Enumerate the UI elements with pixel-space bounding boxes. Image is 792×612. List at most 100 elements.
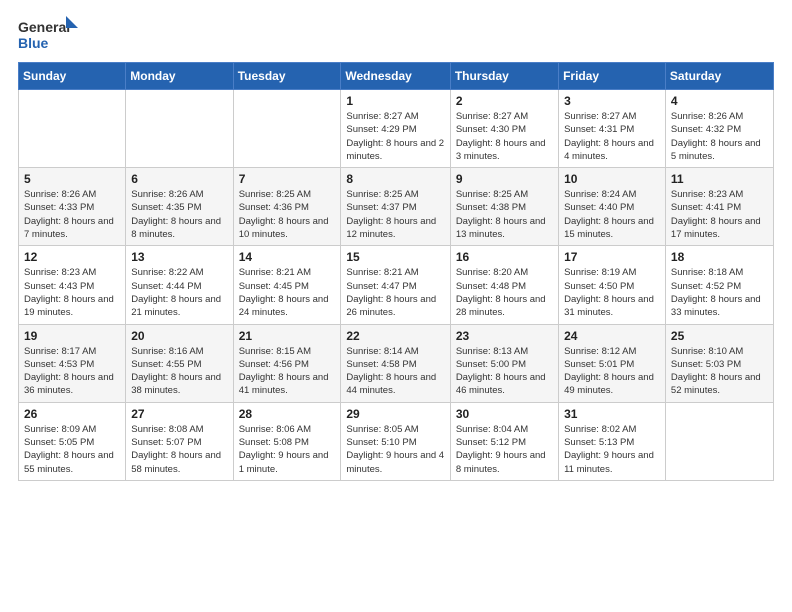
day-number: 25: [671, 329, 768, 343]
weekday-header-monday: Monday: [126, 63, 233, 90]
calendar-cell: 17 Sunrise: 8:19 AM Sunset: 4:50 PM Dayli…: [559, 246, 666, 324]
day-number: 17: [564, 250, 660, 264]
day-info: Sunrise: 8:09 AM Sunset: 5:05 PM Dayligh…: [24, 423, 120, 476]
calendar-cell: 11Sunrise: 8:23 AM Sunset: 4:41 PM Dayli…: [665, 168, 773, 246]
week-row-5: 26Sunrise: 8:09 AM Sunset: 5:05 PM Dayli…: [19, 402, 774, 480]
day-number: 13: [131, 250, 227, 264]
calendar-cell: [665, 402, 773, 480]
day-info: Sunrise: 8:14 AM Sunset: 4:58 PM Dayligh…: [346, 345, 444, 398]
day-number: 19: [24, 329, 120, 343]
calendar-cell: 7 Sunrise: 8:25 AM Sunset: 4:36 PM Daylig…: [233, 168, 341, 246]
calendar-cell: 14 Sunrise: 8:21 AM Sunset: 4:45 PM Dayli…: [233, 246, 341, 324]
day-info: Sunrise: 8:26 AM Sunset: 4:32 PM Dayligh…: [671, 110, 768, 163]
day-info: Sunrise: 8:13 AM Sunset: 5:00 PM Dayligh…: [456, 345, 553, 398]
weekday-header-saturday: Saturday: [665, 63, 773, 90]
header: GeneralBlue: [18, 16, 774, 52]
day-info: Sunrise: 8:23 AM Sunset: 4:41 PM Dayligh…: [671, 188, 768, 241]
week-row-1: 1 Sunrise: 8:27 AM Sunset: 4:29 PM Daylig…: [19, 90, 774, 168]
calendar-cell: 10Sunrise: 8:24 AM Sunset: 4:40 PM Dayli…: [559, 168, 666, 246]
day-number: 18: [671, 250, 768, 264]
calendar-table: SundayMondayTuesdayWednesdayThursdayFrid…: [18, 62, 774, 481]
day-info: Sunrise: 8:06 AM Sunset: 5:08 PM Dayligh…: [239, 423, 336, 476]
calendar-cell: 27 Sunrise: 8:08 AM Sunset: 5:07 PM Dayli…: [126, 402, 233, 480]
day-info: Sunrise: 8:27 AM Sunset: 4:29 PM Dayligh…: [346, 110, 444, 163]
calendar-cell: [126, 90, 233, 168]
weekday-header-wednesday: Wednesday: [341, 63, 450, 90]
week-row-4: 19 Sunrise: 8:17 AM Sunset: 4:53 PM Dayli…: [19, 324, 774, 402]
calendar-cell: 6 Sunrise: 8:26 AM Sunset: 4:35 PM Daylig…: [126, 168, 233, 246]
weekday-header-sunday: Sunday: [19, 63, 126, 90]
weekday-header-thursday: Thursday: [450, 63, 558, 90]
logo-svg: GeneralBlue: [18, 16, 78, 52]
calendar-cell: 18 Sunrise: 8:18 AM Sunset: 4:52 PM Dayli…: [665, 246, 773, 324]
svg-text:Blue: Blue: [18, 35, 49, 51]
calendar-cell: 29 Sunrise: 8:05 AM Sunset: 5:10 PM Dayli…: [341, 402, 450, 480]
day-info: Sunrise: 8:25 AM Sunset: 4:36 PM Dayligh…: [239, 188, 336, 241]
calendar-cell: 1 Sunrise: 8:27 AM Sunset: 4:29 PM Daylig…: [341, 90, 450, 168]
day-info: Sunrise: 8:21 AM Sunset: 4:47 PM Dayligh…: [346, 266, 444, 319]
day-number: 29: [346, 407, 444, 421]
calendar-cell: 4 Sunrise: 8:26 AM Sunset: 4:32 PM Daylig…: [665, 90, 773, 168]
calendar-cell: 26Sunrise: 8:09 AM Sunset: 5:05 PM Dayli…: [19, 402, 126, 480]
weekday-header-row: SundayMondayTuesdayWednesdayThursdayFrid…: [19, 63, 774, 90]
week-row-3: 12 Sunrise: 8:23 AM Sunset: 4:43 PM Dayli…: [19, 246, 774, 324]
day-info: Sunrise: 8:16 AM Sunset: 4:55 PM Dayligh…: [131, 345, 227, 398]
day-info: Sunrise: 8:15 AM Sunset: 4:56 PM Dayligh…: [239, 345, 336, 398]
day-number: 8: [346, 172, 444, 186]
calendar-cell: 13 Sunrise: 8:22 AM Sunset: 4:44 PM Dayli…: [126, 246, 233, 324]
calendar-cell: 9Sunrise: 8:25 AM Sunset: 4:38 PM Daylig…: [450, 168, 558, 246]
day-number: 27: [131, 407, 227, 421]
calendar-cell: 12 Sunrise: 8:23 AM Sunset: 4:43 PM Dayli…: [19, 246, 126, 324]
day-number: 22: [346, 329, 444, 343]
day-info: Sunrise: 8:08 AM Sunset: 5:07 PM Dayligh…: [131, 423, 227, 476]
day-info: Sunrise: 8:18 AM Sunset: 4:52 PM Dayligh…: [671, 266, 768, 319]
week-row-2: 5 Sunrise: 8:26 AM Sunset: 4:33 PM Daylig…: [19, 168, 774, 246]
day-info: Sunrise: 8:19 AM Sunset: 4:50 PM Dayligh…: [564, 266, 660, 319]
calendar-cell: 16Sunrise: 8:20 AM Sunset: 4:48 PM Dayli…: [450, 246, 558, 324]
calendar-cell: 30 Sunrise: 8:04 AM Sunset: 5:12 PM Dayli…: [450, 402, 558, 480]
day-number: 5: [24, 172, 120, 186]
day-info: Sunrise: 8:21 AM Sunset: 4:45 PM Dayligh…: [239, 266, 336, 319]
day-info: Sunrise: 8:22 AM Sunset: 4:44 PM Dayligh…: [131, 266, 227, 319]
day-number: 12: [24, 250, 120, 264]
day-info: Sunrise: 8:05 AM Sunset: 5:10 PM Dayligh…: [346, 423, 444, 476]
day-number: 23: [456, 329, 553, 343]
calendar-cell: 5 Sunrise: 8:26 AM Sunset: 4:33 PM Daylig…: [19, 168, 126, 246]
day-number: 7: [239, 172, 336, 186]
day-info: Sunrise: 8:17 AM Sunset: 4:53 PM Dayligh…: [24, 345, 120, 398]
logo: GeneralBlue: [18, 16, 78, 52]
calendar-cell: 25Sunrise: 8:10 AM Sunset: 5:03 PM Dayli…: [665, 324, 773, 402]
day-number: 30: [456, 407, 553, 421]
day-info: Sunrise: 8:27 AM Sunset: 4:31 PM Dayligh…: [564, 110, 660, 163]
weekday-header-friday: Friday: [559, 63, 666, 90]
day-info: Sunrise: 8:04 AM Sunset: 5:12 PM Dayligh…: [456, 423, 553, 476]
calendar-cell: 21Sunrise: 8:15 AM Sunset: 4:56 PM Dayli…: [233, 324, 341, 402]
calendar-cell: 24Sunrise: 8:12 AM Sunset: 5:01 PM Dayli…: [559, 324, 666, 402]
day-info: Sunrise: 8:26 AM Sunset: 4:35 PM Dayligh…: [131, 188, 227, 241]
day-number: 9: [456, 172, 553, 186]
calendar-cell: 8Sunrise: 8:25 AM Sunset: 4:37 PM Daylig…: [341, 168, 450, 246]
calendar-cell: 28 Sunrise: 8:06 AM Sunset: 5:08 PM Dayli…: [233, 402, 341, 480]
day-number: 10: [564, 172, 660, 186]
calendar-cell: [233, 90, 341, 168]
day-number: 28: [239, 407, 336, 421]
day-number: 16: [456, 250, 553, 264]
calendar-cell: 19 Sunrise: 8:17 AM Sunset: 4:53 PM Dayli…: [19, 324, 126, 402]
weekday-header-tuesday: Tuesday: [233, 63, 341, 90]
day-number: 14: [239, 250, 336, 264]
calendar-cell: 31Sunrise: 8:02 AM Sunset: 5:13 PM Dayli…: [559, 402, 666, 480]
svg-text:General: General: [18, 19, 70, 35]
day-number: 4: [671, 94, 768, 108]
day-number: 20: [131, 329, 227, 343]
day-info: Sunrise: 8:23 AM Sunset: 4:43 PM Dayligh…: [24, 266, 120, 319]
day-info: Sunrise: 8:02 AM Sunset: 5:13 PM Dayligh…: [564, 423, 660, 476]
calendar-cell: 20 Sunrise: 8:16 AM Sunset: 4:55 PM Dayli…: [126, 324, 233, 402]
day-info: Sunrise: 8:26 AM Sunset: 4:33 PM Dayligh…: [24, 188, 120, 241]
calendar-cell: 2Sunrise: 8:27 AM Sunset: 4:30 PM Daylig…: [450, 90, 558, 168]
day-number: 1: [346, 94, 444, 108]
calendar-cell: 3 Sunrise: 8:27 AM Sunset: 4:31 PM Daylig…: [559, 90, 666, 168]
day-number: 3: [564, 94, 660, 108]
day-number: 6: [131, 172, 227, 186]
calendar-cell: 15Sunrise: 8:21 AM Sunset: 4:47 PM Dayli…: [341, 246, 450, 324]
day-number: 2: [456, 94, 553, 108]
